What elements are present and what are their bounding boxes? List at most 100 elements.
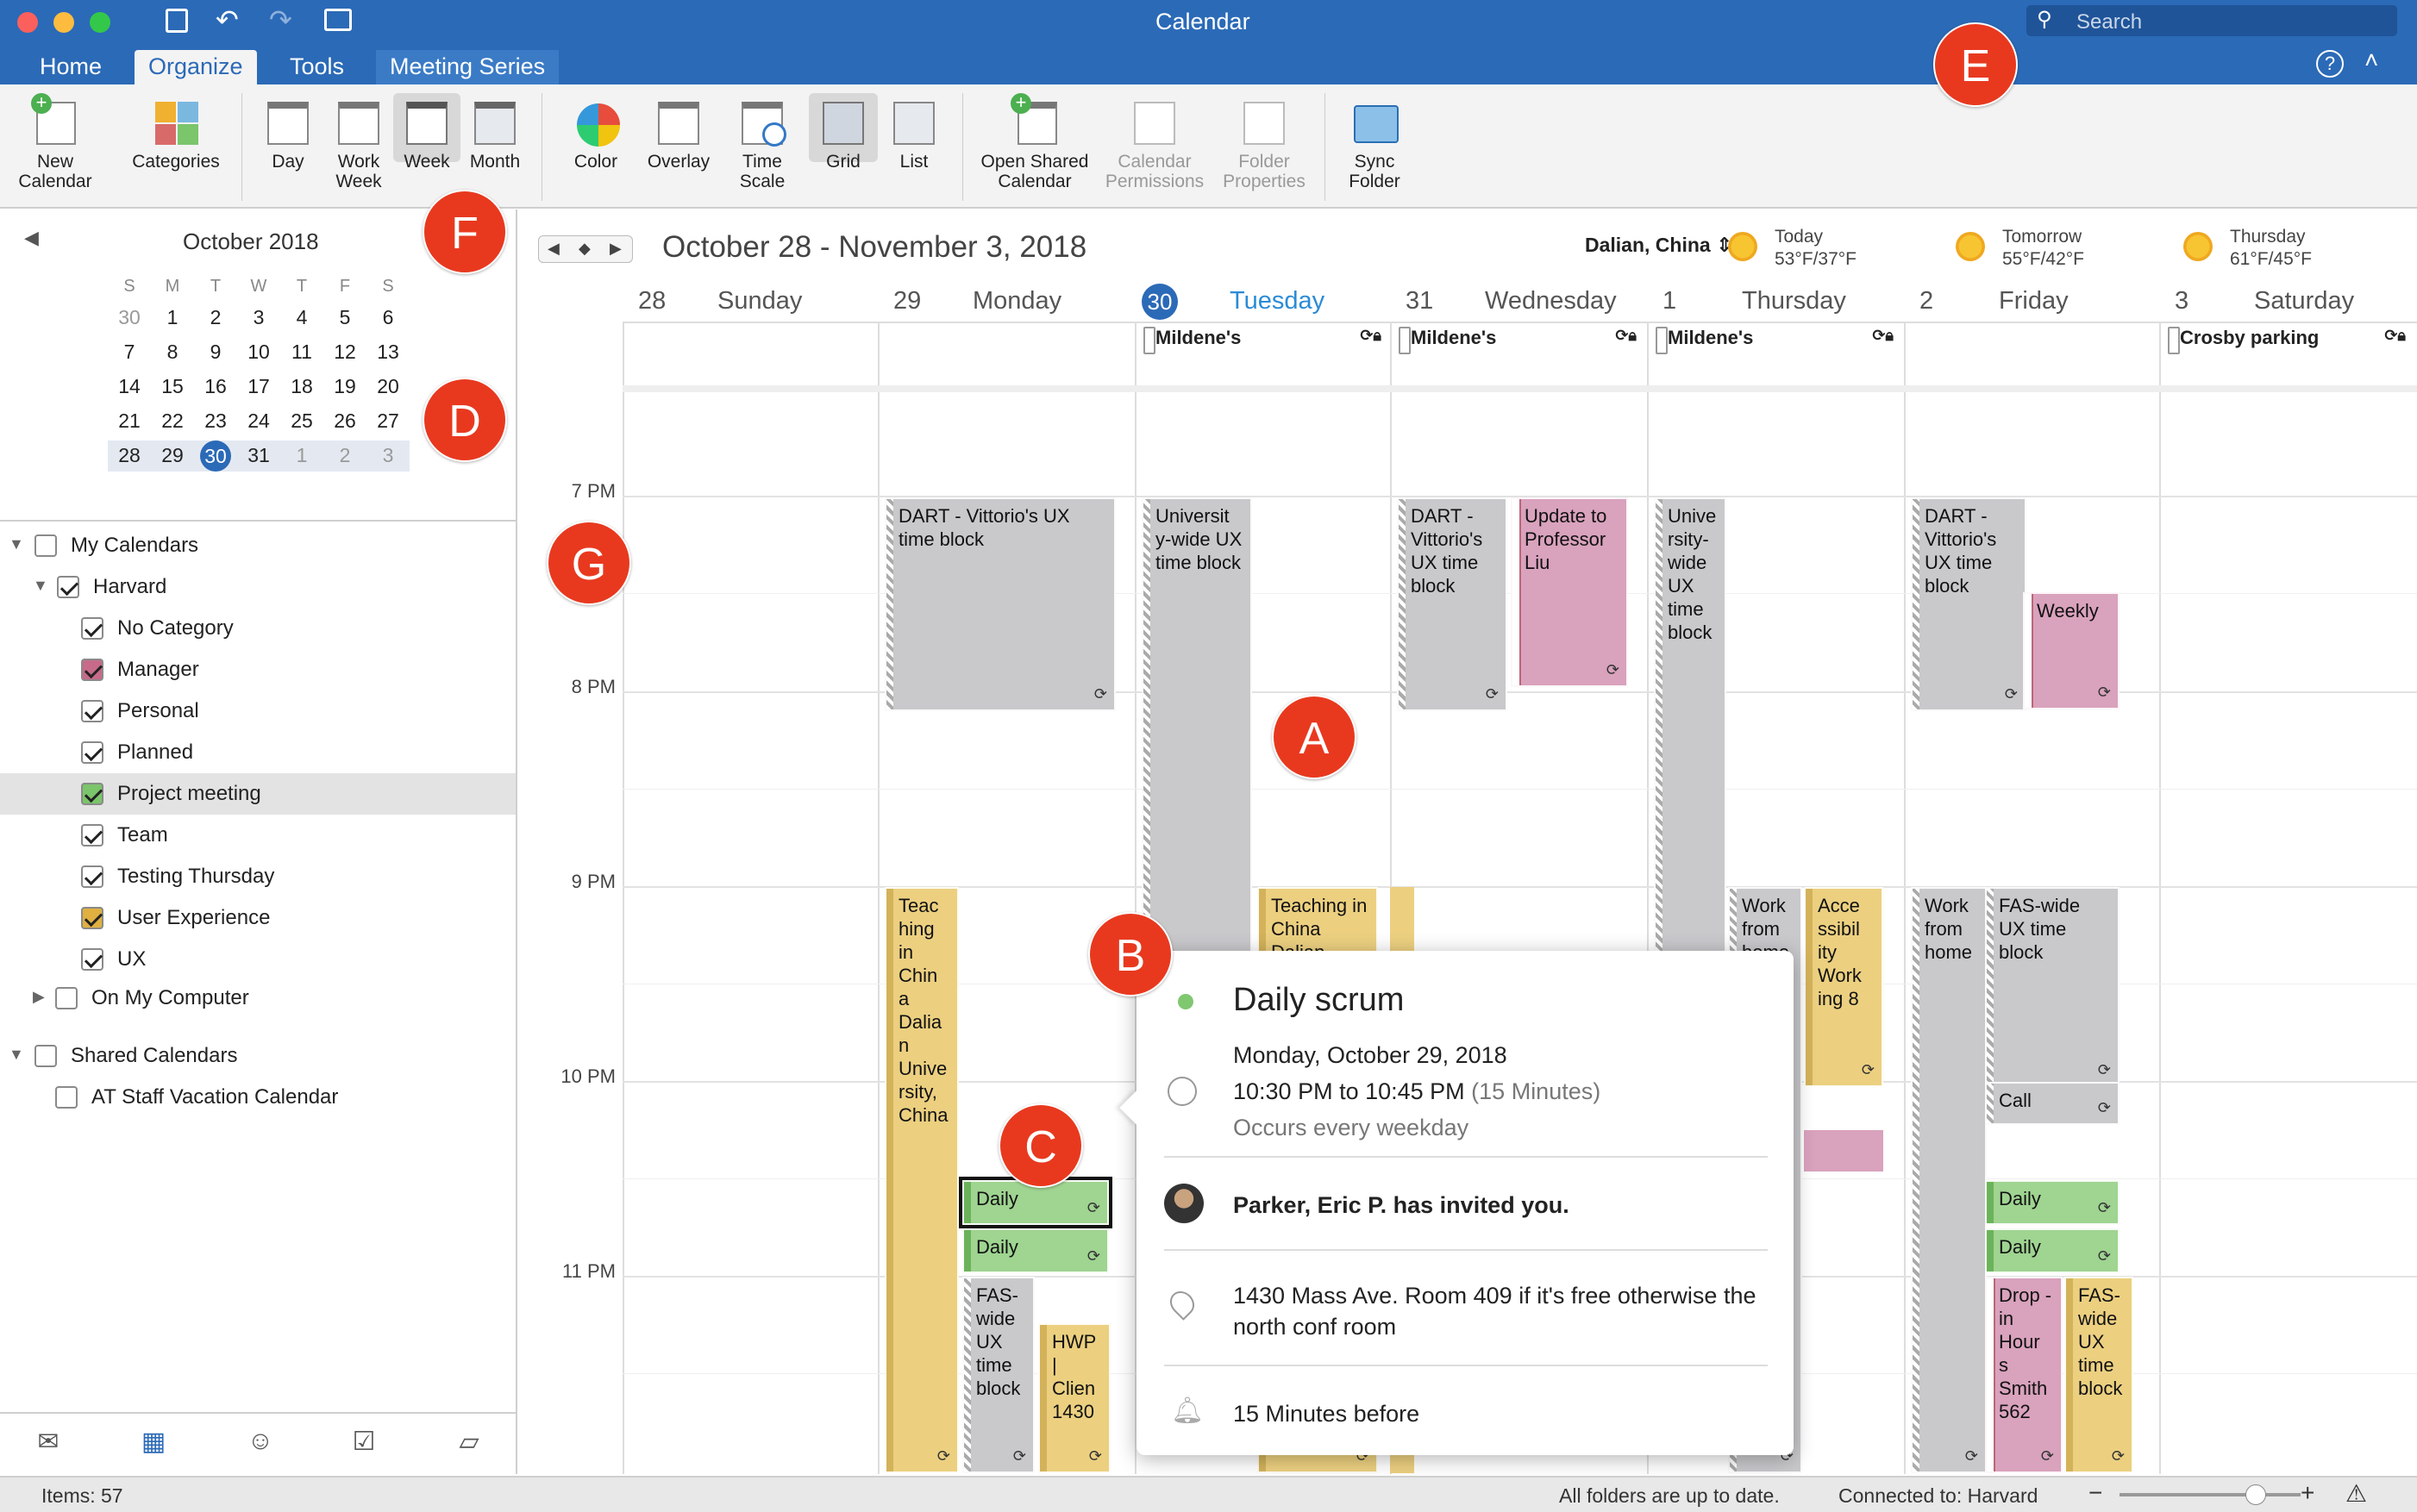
calendar-checkbox[interactable]	[81, 824, 103, 847]
mini-calendar-day[interactable]: 1	[155, 306, 190, 329]
calendar-category-item[interactable]: Team	[0, 815, 516, 856]
tab-tools[interactable]: Tools	[276, 50, 358, 84]
overlay-button[interactable]: Overlay	[640, 93, 717, 172]
search-field[interactable]: ⚲ Search	[2026, 5, 2397, 36]
categories-button[interactable]: Categories	[126, 93, 226, 172]
zoom-window-button[interactable]	[90, 12, 110, 33]
list-view-button[interactable]: List	[881, 93, 947, 172]
zoom-out-icon[interactable]: −	[2088, 1479, 2102, 1507]
mini-calendar-day[interactable]: 28	[112, 444, 147, 467]
calendar-event[interactable]: Teac hing in Chin a Dalia n Unive rsity,…	[885, 887, 959, 1473]
day-name[interactable]: Sunday	[717, 287, 802, 316]
tab-home[interactable]: Home	[26, 50, 116, 84]
grid-view-button[interactable]: Grid	[809, 93, 878, 172]
day-name[interactable]: Tuesday	[1230, 287, 1324, 316]
disclosure-triangle-icon[interactable]: ▼	[9, 1046, 24, 1064]
mini-calendar-day[interactable]: 14	[112, 375, 147, 398]
previous-week-icon[interactable]: ◀	[548, 240, 560, 258]
calendar-checkbox[interactable]	[81, 741, 103, 764]
day-name[interactable]: Friday	[1999, 287, 2069, 316]
close-window-button[interactable]	[17, 12, 38, 33]
calendar-event[interactable]: FAS-wide UX time block ⟳	[2064, 1277, 2133, 1473]
calendar-checkbox[interactable]	[81, 783, 103, 805]
day-number[interactable]: 30	[1142, 284, 1178, 320]
calendar-category-item[interactable]: Personal	[0, 690, 516, 732]
day-name[interactable]: Wednesday	[1485, 287, 1617, 316]
work-week-view-button[interactable]: Work Week	[324, 93, 393, 191]
disclosure-triangle-icon[interactable]: ▼	[9, 535, 24, 553]
mini-calendar-day[interactable]: 1	[285, 444, 319, 467]
mini-calendar-day[interactable]: 25	[285, 409, 319, 433]
allday-event[interactable]: Mildene's ⟳🔒︎	[1140, 323, 1387, 354]
mini-calendar-day[interactable]: 10	[241, 341, 276, 364]
disclosure-triangle-icon[interactable]: ▼	[33, 577, 48, 595]
minimize-window-button[interactable]	[53, 12, 74, 33]
calendar-category-item[interactable]: Manager	[0, 649, 516, 690]
calendar-event[interactable]: DART - Vittorio's UX time block ⟳	[1397, 497, 1507, 711]
time-scale-button[interactable]: Time Scale	[721, 93, 804, 191]
mini-calendar-day[interactable]: 12	[328, 341, 362, 364]
day-name[interactable]: Monday	[973, 287, 1061, 316]
calendar-group-shared[interactable]: ▼ Shared Calendars	[0, 1035, 516, 1077]
calendar-category-item[interactable]: No Category	[0, 608, 516, 649]
today-icon[interactable]: ◆	[579, 240, 591, 258]
calendar-checkbox[interactable]	[34, 534, 57, 557]
tab-meeting-series[interactable]: Meeting Series	[376, 50, 560, 84]
calendar-harvard[interactable]: ▼ Harvard	[0, 566, 516, 608]
calendar-checkbox[interactable]	[81, 948, 103, 971]
calendar-event[interactable]: Daily ⟳	[962, 1228, 1109, 1273]
mini-calendar-day[interactable]: 21	[112, 409, 147, 433]
save-icon[interactable]	[166, 9, 188, 33]
mini-calendar-day[interactable]: 11	[285, 341, 319, 364]
sync-folder-button[interactable]: Sync Folder	[1335, 93, 1414, 191]
mini-calendar-day[interactable]: 24	[241, 409, 276, 433]
event-fragment[interactable]	[1804, 1130, 1883, 1171]
date-navigator[interactable]: ◀ ◆ ▶	[538, 235, 633, 263]
calendar-category-item[interactable]: User Experience	[0, 897, 516, 939]
week-view-button[interactable]: Week	[393, 93, 460, 172]
mini-calendar-day[interactable]: 27	[371, 409, 405, 433]
weather-location[interactable]: Dalian, China ⇕	[1585, 234, 1732, 257]
month-view-button[interactable]: Month	[464, 93, 526, 172]
calendar-category-item[interactable]: UX	[0, 939, 516, 980]
calendar-category-item[interactable]: Planned	[0, 732, 516, 773]
next-week-icon[interactable]: ▶	[610, 240, 622, 258]
calendar-checkbox[interactable]	[81, 865, 103, 888]
allday-event[interactable]: Mildene's ⟳🔒︎	[1395, 323, 1642, 354]
disclosure-triangle-icon[interactable]: ▶	[33, 988, 45, 1006]
calendar-event[interactable]: Acce ssibil ity Work ing 8 ⟳	[1804, 887, 1883, 1087]
allday-event[interactable]: Crosby parking ⟳🔒︎	[2164, 323, 2411, 354]
mini-calendar-day[interactable]: 7	[112, 341, 147, 364]
calendar-event[interactable]: Update to Professor Liu ⟳	[1511, 497, 1628, 687]
calendar-event[interactable]: Drop -in Hour s Smith 562 ⟳	[1985, 1277, 2063, 1473]
mini-calendar-day[interactable]: 9	[198, 341, 233, 364]
day-name[interactable]: Thursday	[1742, 287, 1846, 316]
calendar-at-staff-vacation[interactable]: AT Staff Vacation Calendar	[0, 1077, 516, 1118]
mini-calendar-day[interactable]: 13	[371, 341, 405, 364]
mail-icon[interactable]: ✉	[31, 1427, 66, 1458]
mini-calendar-day[interactable]: 30	[112, 306, 147, 329]
color-button[interactable]: Color	[557, 93, 635, 172]
day-number[interactable]: 1	[1662, 287, 1676, 316]
zoom-in-icon[interactable]: +	[2301, 1479, 2314, 1507]
mini-calendar-day[interactable]: 6	[371, 306, 405, 329]
collapse-ribbon-icon[interactable]: ˄	[2364, 47, 2378, 74]
calendar-category-item[interactable]: Testing Thursday	[0, 856, 516, 897]
previous-month-icon[interactable]: ◀	[24, 227, 39, 249]
new-calendar-button[interactable]: + New Calendar	[12, 93, 98, 192]
tasks-icon[interactable]: ☑	[347, 1427, 381, 1458]
calendar-event[interactable]: DART - Vittorio's UX time block ⟳	[1911, 497, 2026, 711]
day-name[interactable]: Saturday	[2254, 287, 2354, 316]
mini-calendar-day[interactable]: 16	[198, 375, 233, 398]
allday-event[interactable]: Mildene's ⟳🔒︎	[1652, 323, 1899, 354]
help-icon[interactable]: ?	[2316, 50, 2344, 78]
redo-icon[interactable]: ↷	[269, 3, 292, 36]
mini-calendar-day[interactable]: 26	[328, 409, 362, 433]
calendar-checkbox[interactable]	[81, 907, 103, 929]
people-icon[interactable]: ☺	[243, 1427, 278, 1458]
zoom-slider[interactable]	[2120, 1484, 2301, 1505]
mini-calendar-day[interactable]: 19	[328, 375, 362, 398]
mini-calendar-day[interactable]: 20	[371, 375, 405, 398]
day-number[interactable]: 2	[1919, 287, 1933, 316]
mini-calendar-day[interactable]: 30	[200, 440, 231, 472]
